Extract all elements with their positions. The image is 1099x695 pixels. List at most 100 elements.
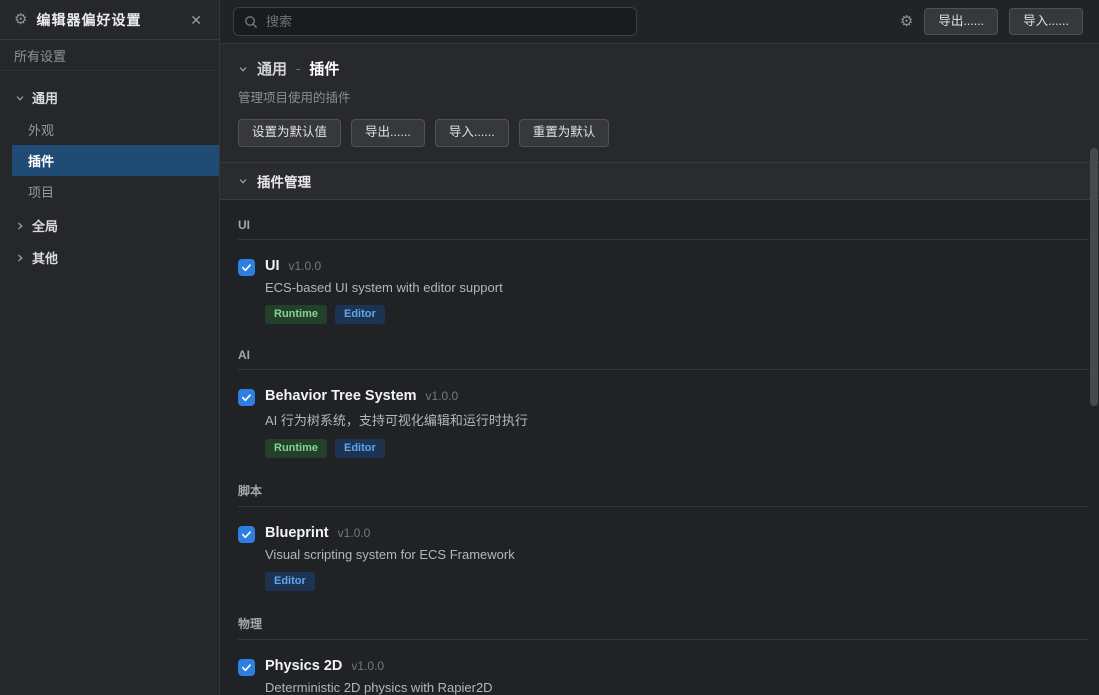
sidebar-item-label: 其他 — [32, 248, 58, 267]
page-header: 通用 - 插件 管理项目使用的插件 设置为默认值 导出...... 导入....… — [220, 44, 1099, 163]
plugin-tag-runtime: Runtime — [265, 305, 327, 324]
plugin-tag-runtime: Runtime — [265, 439, 327, 458]
search-box[interactable] — [233, 7, 637, 36]
sidebar-item-label: 外观 — [28, 120, 54, 139]
plugin-description: Deterministic 2D physics with Rapier2D — [265, 680, 493, 695]
category-divider — [238, 506, 1089, 507]
plugin-description: AI 行为树系统，支持可视化编辑和运行时执行 — [265, 410, 528, 429]
search-input[interactable] — [266, 14, 626, 29]
plugin-info: Blueprint v1.0.0 Visual scripting system f… — [265, 525, 515, 591]
editor-preferences-window: ⚙ 编辑器偏好设置 ✕ 所有设置 通用外观插件项目全局其他 ⚙ 导出......… — [0, 0, 1099, 695]
settings-sidebar: ⚙ 编辑器偏好设置 ✕ 所有设置 通用外观插件项目全局其他 — [0, 0, 220, 695]
plugin-name-row: UI v1.0.0 — [265, 258, 503, 274]
page-title: 插件 — [309, 58, 339, 79]
sidebar-group-general: 通用外观插件项目 — [0, 82, 219, 207]
search-icon — [244, 15, 258, 29]
plugin-description: Visual scripting system for ECS Framewor… — [265, 547, 515, 562]
check-icon — [241, 392, 252, 403]
header-buttons: 设置为默认值 导出...... 导入...... 重置为默认 — [238, 119, 1081, 147]
import-button[interactable]: 导入...... — [1009, 8, 1083, 36]
plugin-tags: Editor — [265, 572, 515, 591]
plugin-row-behavior-tree-system: Behavior Tree System v1.0.0 AI 行为树系统，支持可视化… — [238, 388, 1089, 458]
plugin-name: Blueprint — [265, 525, 329, 541]
breadcrumb-parent[interactable]: 通用 — [257, 58, 287, 79]
sidebar-item-appearance[interactable]: 外观 — [12, 114, 219, 145]
plugin-management-section-header[interactable]: 插件管理 — [220, 163, 1099, 200]
plugin-category-label-script: 脚本 — [238, 482, 1089, 499]
plugin-name: Physics 2D — [265, 658, 342, 674]
plugin-category-label-physics: 物理 — [238, 615, 1089, 632]
plugin-checkbox[interactable] — [238, 259, 255, 276]
plugin-version: v1.0.0 — [426, 389, 459, 403]
dialog-title: 编辑器偏好设置 — [36, 10, 174, 30]
sidebar-item-label: 通用 — [32, 88, 58, 107]
category-divider — [238, 639, 1089, 640]
all-settings-label: 所有设置 — [14, 46, 66, 65]
plugin-category-label-ui: UI — [238, 218, 1089, 232]
section-title: 插件管理 — [257, 171, 311, 191]
plugin-name-row: Behavior Tree System v1.0.0 — [265, 388, 528, 404]
plugin-category-label-ai: AI — [238, 348, 1089, 362]
export-button[interactable]: 导出...... — [924, 8, 998, 36]
plugin-name-row: Blueprint v1.0.0 — [265, 525, 515, 541]
gear-icon[interactable]: ⚙ — [900, 14, 913, 29]
sidebar-group-other: 其他 — [0, 242, 219, 274]
plugin-info: UI v1.0.0 ECS-based UI system with editor … — [265, 258, 503, 324]
plugin-tag-editor: Editor — [335, 439, 385, 458]
plugin-info: Behavior Tree System v1.0.0 AI 行为树系统，支持可视化… — [265, 388, 528, 458]
top-toolbar: ⚙ 导出...... 导入...... — [220, 0, 1099, 44]
plugin-name-row: Physics 2D v1.0.0 — [265, 658, 493, 674]
plugin-tags: Runtime Editor — [265, 305, 503, 324]
check-icon — [241, 262, 252, 273]
chevron-right-icon — [15, 221, 25, 231]
toolbar-right-group: ⚙ 导出...... 导入...... — [900, 8, 1083, 36]
check-icon — [241, 662, 252, 673]
sidebar-item-label: 全局 — [32, 216, 58, 235]
chevron-right-icon — [15, 253, 25, 263]
plugin-checkbox[interactable] — [238, 526, 255, 543]
import-settings-button[interactable]: 导入...... — [435, 119, 509, 147]
main-panel: ⚙ 导出...... 导入...... 通用 - 插件 管理项目使用的插件 设置… — [220, 0, 1099, 695]
plugin-row-ui: UI v1.0.0 ECS-based UI system with editor … — [238, 258, 1089, 324]
plugin-name: Behavior Tree System — [265, 388, 417, 404]
plugin-tags: Runtime Editor — [265, 439, 528, 458]
sidebar-item-plugins[interactable]: 插件 — [12, 145, 219, 176]
sidebar-item-label: 插件 — [28, 151, 54, 170]
chevron-down-icon — [238, 176, 248, 186]
sidebar-item-project[interactable]: 项目 — [12, 176, 219, 207]
breadcrumb-separator: - — [296, 61, 300, 76]
plugin-checkbox[interactable] — [238, 389, 255, 406]
category-divider — [238, 369, 1089, 370]
plugin-list: UI UI v1.0.0 ECS-based UI system with edito… — [220, 200, 1099, 695]
plugin-row-blueprint: Blueprint v1.0.0 Visual scripting system f… — [238, 525, 1089, 591]
plugin-version: v1.0.0 — [289, 259, 322, 273]
plugin-version: v1.0.0 — [351, 659, 384, 673]
plugin-tag-editor: Editor — [265, 572, 315, 591]
chevron-down-icon[interactable] — [238, 64, 248, 74]
page-subtitle: 管理项目使用的插件 — [238, 87, 1081, 106]
close-icon[interactable]: ✕ — [183, 11, 209, 29]
dialog-titlebar: ⚙ 编辑器偏好设置 ✕ — [0, 0, 219, 40]
plugin-row-physics-2d: Physics 2D v1.0.0 Deterministic 2D physics… — [238, 658, 1089, 695]
plugin-name: UI — [265, 258, 280, 274]
plugin-tag-editor: Editor — [335, 305, 385, 324]
gear-icon: ⚙ — [14, 12, 27, 27]
sidebar-item-general[interactable]: 通用 — [0, 82, 219, 114]
check-icon — [241, 529, 252, 540]
plugin-info: Physics 2D v1.0.0 Deterministic 2D physics… — [265, 658, 493, 695]
export-settings-button[interactable]: 导出...... — [351, 119, 425, 147]
settings-tree: 通用外观插件项目全局其他 — [0, 71, 219, 274]
sidebar-item-other[interactable]: 其他 — [0, 242, 219, 274]
category-divider — [238, 239, 1089, 240]
plugin-checkbox[interactable] — [238, 659, 255, 676]
plugin-version: v1.0.0 — [338, 526, 371, 540]
sidebar-group-global: 全局 — [0, 210, 219, 242]
reset-default-button[interactable]: 重置为默认 — [519, 119, 610, 147]
sidebar-item-global[interactable]: 全局 — [0, 210, 219, 242]
plugin-description: ECS-based UI system with editor support — [265, 280, 503, 295]
chevron-down-icon — [15, 93, 25, 103]
set-default-button[interactable]: 设置为默认值 — [238, 119, 341, 147]
sidebar-item-label: 项目 — [28, 182, 54, 201]
sidebar-item-all-settings[interactable]: 所有设置 — [0, 40, 219, 71]
scrollbar-thumb[interactable] — [1090, 148, 1098, 406]
